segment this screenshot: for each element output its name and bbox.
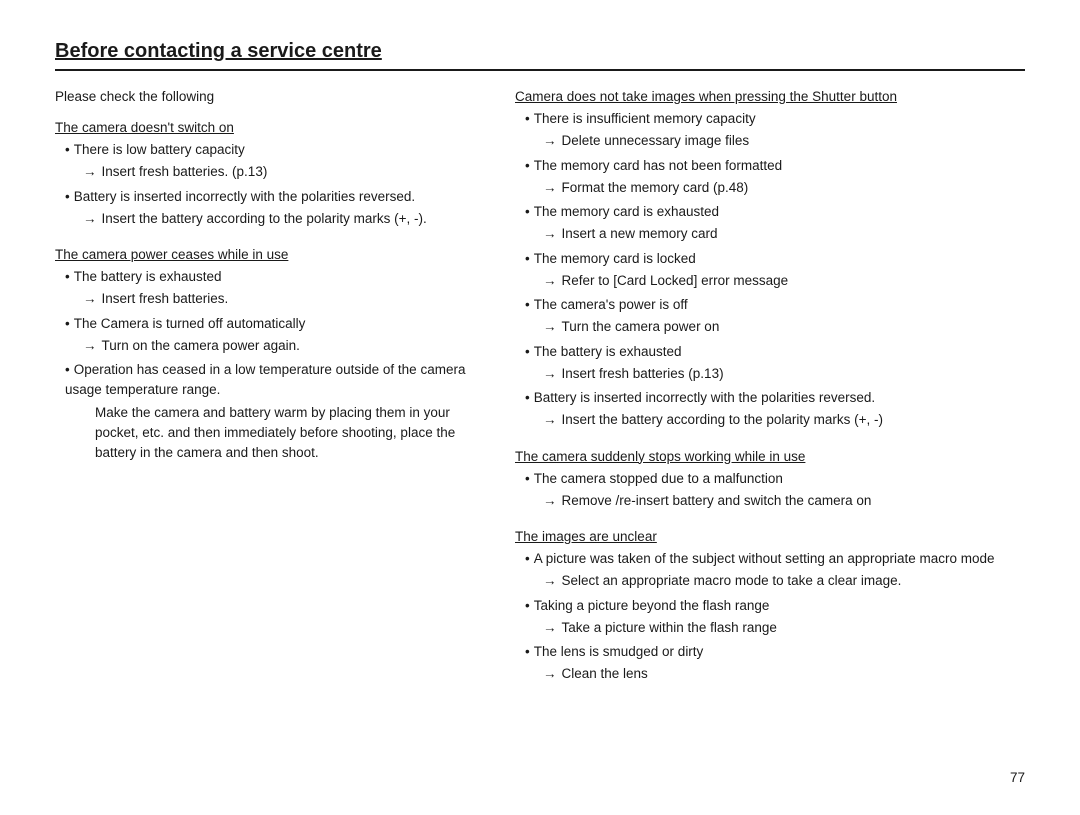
- list-item: Battery is inserted incorrectly with the…: [65, 187, 485, 207]
- list-item: Make the camera and battery warm by plac…: [95, 403, 485, 464]
- content-area: Please check the following The camera do…: [55, 89, 1025, 703]
- section-camera-power: The camera power ceases while in use The…: [55, 247, 485, 463]
- section-title-stops: The camera suddenly stops working while …: [515, 449, 805, 464]
- list-item: Battery is inserted incorrectly with the…: [525, 388, 1025, 408]
- section-items-shutter: There is insufficient memory capacity De…: [515, 109, 1025, 431]
- list-item: Operation has ceased in a low temperatur…: [65, 360, 485, 401]
- page-title: Before contacting a service centre: [55, 40, 1025, 71]
- list-item: The camera stopped due to a malfunction: [525, 469, 1025, 489]
- intro-text: Please check the following: [55, 89, 485, 104]
- list-item: The camera's power is off: [525, 295, 1025, 315]
- list-item: The memory card is exhausted: [525, 202, 1025, 222]
- list-item: Turn on the camera power again.: [83, 336, 485, 356]
- section-items-power: The battery is exhausted Insert fresh ba…: [55, 267, 485, 463]
- list-item: Select an appropriate macro mode to take…: [543, 571, 1025, 591]
- list-item: Format the memory card (p.48): [543, 178, 1025, 198]
- section-title-shutter: Camera does not take images when pressin…: [515, 89, 897, 104]
- left-column: Please check the following The camera do…: [55, 89, 485, 703]
- section-stops: The camera suddenly stops working while …: [515, 449, 1025, 512]
- list-item: Refer to [Card Locked] error message: [543, 271, 1025, 291]
- section-title-switch: The camera doesn't switch on: [55, 120, 234, 135]
- list-item: Delete unnecessary image files: [543, 131, 1025, 151]
- list-item: The battery is exhausted: [525, 342, 1025, 362]
- list-item: The memory card has not been formatted: [525, 156, 1025, 176]
- list-item: The Camera is turned off automatically: [65, 314, 485, 334]
- section-items-unclear: A picture was taken of the subject witho…: [515, 549, 1025, 685]
- list-item: There is insufficient memory capacity: [525, 109, 1025, 129]
- section-items-switch: There is low battery capacity Insert fre…: [55, 140, 485, 229]
- section-title-unclear: The images are unclear: [515, 529, 657, 544]
- list-item: Taking a picture beyond the flash range: [525, 596, 1025, 616]
- list-item: Insert a new memory card: [543, 224, 1025, 244]
- section-items-stops: The camera stopped due to a malfunction …: [515, 469, 1025, 512]
- list-item: Remove /re-insert battery and switch the…: [543, 491, 1025, 511]
- section-title-power: The camera power ceases while in use: [55, 247, 288, 262]
- list-item: Insert fresh batteries (p.13): [543, 364, 1025, 384]
- right-column: Camera does not take images when pressin…: [515, 89, 1025, 703]
- section-unclear: The images are unclear A picture was tak…: [515, 529, 1025, 685]
- list-item: Take a picture within the flash range: [543, 618, 1025, 638]
- list-item: The battery is exhausted: [65, 267, 485, 287]
- list-item: Insert fresh batteries. (p.13): [83, 162, 485, 182]
- list-item: The memory card is locked: [525, 249, 1025, 269]
- section-camera-switch: The camera doesn't switch on There is lo…: [55, 120, 485, 229]
- list-item: Insert the battery according to the pola…: [543, 410, 1025, 430]
- list-item: A picture was taken of the subject witho…: [525, 549, 1025, 569]
- list-item: Insert fresh batteries.: [83, 289, 485, 309]
- section-shutter: Camera does not take images when pressin…: [515, 89, 1025, 431]
- page-number: 77: [1010, 770, 1025, 785]
- page: Before contacting a service centre Pleas…: [0, 0, 1080, 815]
- list-item: Insert the battery according to the pola…: [83, 209, 485, 229]
- list-item: Clean the lens: [543, 664, 1025, 684]
- list-item: The lens is smudged or dirty: [525, 642, 1025, 662]
- list-item: There is low battery capacity: [65, 140, 485, 160]
- list-item: Turn the camera power on: [543, 317, 1025, 337]
